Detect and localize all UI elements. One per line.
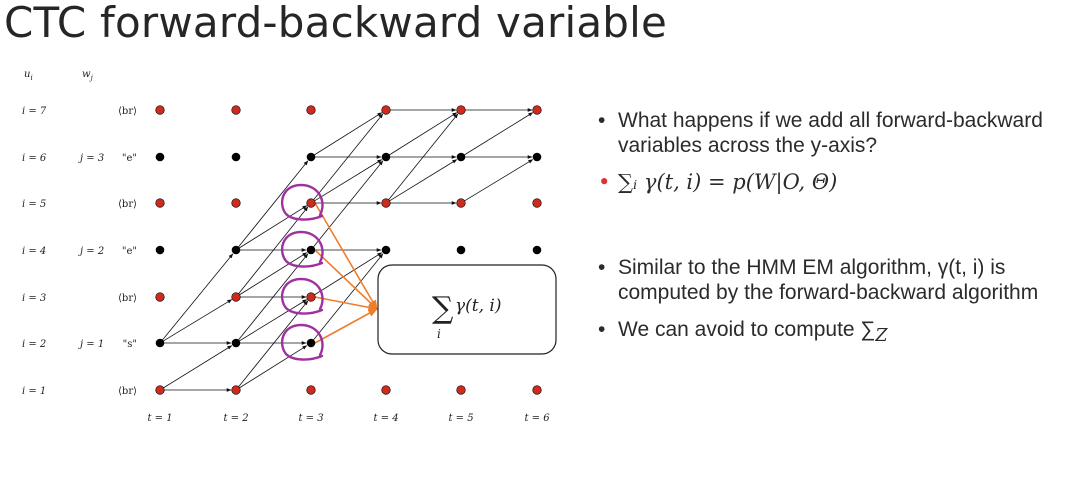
lattice-edge	[313, 253, 384, 341]
sum-sigma: ∑	[432, 291, 454, 326]
highlight-circles	[281, 183, 324, 361]
blank-node	[456, 198, 466, 208]
blank-node	[231, 385, 241, 395]
bullet-avoid-subscript: Z	[875, 326, 888, 347]
time-label: t = 3	[298, 413, 323, 424]
row-label-i: i = 1	[22, 386, 46, 397]
blank-node	[532, 105, 542, 115]
label-node	[532, 152, 542, 162]
time-label: t = 2	[223, 413, 248, 424]
sum-term: γ(t, i)	[455, 296, 502, 316]
lattice-edge	[464, 159, 534, 202]
sum-arrow	[314, 296, 378, 312]
blank-node	[532, 385, 542, 395]
blank-node	[381, 105, 391, 115]
lattice-edge	[314, 159, 383, 202]
lattice-edge	[239, 252, 308, 296]
label-node	[306, 338, 316, 348]
blank-node	[155, 292, 165, 302]
label-node	[532, 245, 542, 255]
time-label: t = 6	[524, 413, 550, 424]
row-label-j: j = 1	[78, 339, 104, 350]
lattice-edge	[464, 112, 534, 156]
lattice-edge	[162, 253, 234, 341]
lattice-edge	[163, 345, 233, 389]
blank-node	[306, 292, 316, 302]
header-u: ui	[24, 69, 33, 82]
row-labels: i = 7 ⟨br⟩ i = 6 j = 3 "e" i = 5 ⟨br⟩ i = 4 j = …	[22, 106, 137, 397]
header-w: wj	[82, 69, 94, 82]
bullet-question: What happens if we add all forward-backw…	[596, 108, 1066, 158]
label-node	[381, 152, 391, 162]
row-token: "e"	[122, 153, 137, 164]
blank-node	[381, 198, 391, 208]
lattice-edge	[239, 299, 308, 342]
row-token: ⟨br⟩	[118, 106, 137, 117]
time-label: t = 1	[147, 413, 172, 424]
blank-node	[306, 198, 316, 208]
label-node	[456, 152, 466, 162]
bullet-hmm-similarity: Similar to the HMM EM algorithm, γ(t, i)…	[596, 255, 1066, 305]
blank-node	[306, 385, 316, 395]
label-node	[155, 152, 165, 162]
blank-node	[306, 105, 316, 115]
bullet-avoid-sum: We can avoid to compute ∑Z	[596, 317, 1066, 349]
blank-node	[231, 198, 241, 208]
blank-node	[456, 105, 466, 115]
bullet-list: What happens if we add all forward-backw…	[596, 108, 1066, 349]
label-node	[155, 245, 165, 255]
row-token: "e"	[122, 246, 137, 257]
lattice-edge	[389, 159, 458, 202]
bullet-avoid-text: We can avoid to compute ∑	[618, 318, 876, 341]
label-node	[231, 338, 241, 348]
blank-node	[381, 385, 391, 395]
sum-arrow	[314, 202, 378, 310]
time-labels: t = 1 t = 2 t = 3 t = 4 t = 5 t = 6	[147, 413, 550, 424]
label-node	[231, 245, 241, 255]
sum-index: i	[437, 327, 441, 341]
label-node	[456, 245, 466, 255]
row-token: "s"	[123, 339, 137, 350]
row-label-i: i = 3	[22, 293, 46, 304]
blank-node	[532, 198, 542, 208]
row-label-i: i = 7	[22, 106, 47, 117]
row-label-j: j = 2	[78, 246, 104, 257]
bullet-equation: ∑ᵢ γ(t, i) = p(W|O, Θ)	[596, 170, 1066, 195]
lattice-edge	[238, 160, 309, 248]
row-label-i: i = 5	[22, 199, 46, 210]
blank-node	[155, 385, 165, 395]
lattice-edge	[239, 205, 308, 249]
label-node	[381, 245, 391, 255]
blank-node	[231, 105, 241, 115]
blank-node	[155, 198, 165, 208]
sum-box: ∑ γ(t, i) i	[377, 264, 557, 355]
blank-node	[231, 292, 241, 302]
lattice-edge	[163, 299, 233, 342]
label-node	[155, 338, 165, 348]
label-node	[306, 245, 316, 255]
row-label-j: j = 3	[78, 153, 104, 164]
lattice-edge	[239, 345, 308, 389]
time-label: t = 5	[448, 413, 473, 424]
row-label-i: i = 6	[22, 153, 47, 164]
row-token: ⟨br⟩	[118, 199, 137, 210]
lattice-edge	[314, 112, 383, 156]
ctc-lattice-diagram: ui wj i = 7 ⟨br⟩i = 6j = 3 "e"i = 5 ⟨br⟩i =…	[22, 69, 557, 424]
blank-node	[155, 105, 165, 115]
lattice-edge	[389, 112, 458, 156]
row-token: ⟨br⟩	[118, 293, 137, 304]
row-token: ⟨br⟩	[118, 386, 137, 397]
lattice-edge	[313, 160, 384, 248]
row-label-i: i = 4	[22, 246, 46, 257]
label-node	[231, 152, 241, 162]
row-label-i: i = 2	[22, 339, 46, 350]
label-node	[306, 152, 316, 162]
blank-node	[456, 385, 466, 395]
time-label: t = 4	[373, 413, 398, 424]
